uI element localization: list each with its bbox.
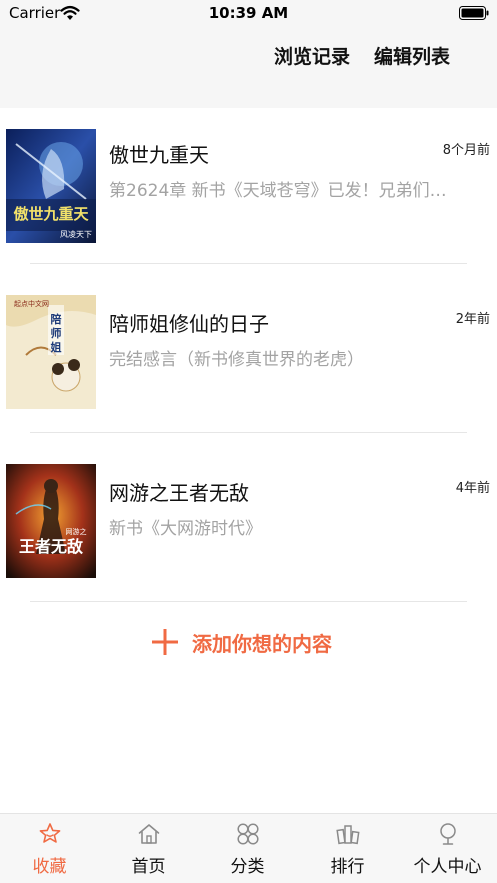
status-bar: Carrier 10:39 AM xyxy=(0,0,497,28)
tab-label: 个人中心 xyxy=(413,857,482,877)
latest-chapter: 第2624章 新书《天域苍穹》已发！兄弟们，新书... xyxy=(109,181,459,201)
add-content-button[interactable]: 添加你想的内容 xyxy=(150,625,332,659)
update-time: 4年前 xyxy=(455,481,490,496)
tab-label: 首页 xyxy=(131,857,166,877)
status-clock: 10:39 AM xyxy=(208,4,289,22)
svg-text:师: 师 xyxy=(51,326,62,340)
tab-label: 排行 xyxy=(330,857,365,877)
home-icon xyxy=(138,824,159,844)
book-cover: 陪 师 姐 起点中文网 xyxy=(6,295,96,409)
book-title: 傲世九重天 xyxy=(109,143,209,167)
svg-text:姐: 姐 xyxy=(51,340,62,354)
user-icon xyxy=(439,823,456,845)
cover-author: 风凌天下 xyxy=(60,229,92,239)
book-item[interactable]: 傲世九重天 风凌天下 傲世九重天 8个月前 第2624章 新书《天域苍穹》已发！… xyxy=(0,108,497,258)
plus-icon xyxy=(152,629,178,655)
tab-home[interactable]: 首页 xyxy=(99,814,198,883)
tab-ranking[interactable]: 排行 xyxy=(298,814,397,883)
book-cover: 网游之 王者无敌 xyxy=(6,464,96,578)
star-icon xyxy=(39,823,60,843)
update-time: 2年前 xyxy=(455,312,490,327)
cover-title: 王者无敌 xyxy=(19,537,83,556)
cover-publisher: 起点中文网 xyxy=(14,299,49,308)
cover-subtitle: 网游之 xyxy=(66,527,87,536)
tab-label: 分类 xyxy=(230,857,265,877)
book-item[interactable]: 网游之 王者无敌 网游之王者无敌 4年前 新书《大网游时代》 xyxy=(0,446,497,596)
book-title: 网游之王者无敌 xyxy=(109,481,249,505)
divider xyxy=(30,263,467,264)
book-item[interactable]: 陪 师 姐 起点中文网 陪师姐修仙的日子 2年前 完结感言（新书修真世界的老虎） xyxy=(0,277,497,427)
edit-list-button[interactable]: 编辑列表 xyxy=(374,42,450,69)
book-cover: 傲世九重天 风凌天下 xyxy=(6,129,96,243)
bookshelf-screen: Carrier 10:39 AM 浏览记录 编辑列表 傲世九重天 风凌天下 傲世… xyxy=(0,0,497,883)
book-title: 陪师姐修仙的日子 xyxy=(109,312,269,336)
tab-favorites[interactable]: 收藏 xyxy=(0,814,99,883)
ranking-icon xyxy=(335,825,360,845)
latest-chapter: 新书《大网游时代》 xyxy=(109,519,262,539)
svg-text:陪: 陪 xyxy=(51,312,62,326)
battery-icon xyxy=(459,6,489,20)
tab-bar: 收藏 首页 分类 排行 个人中心 xyxy=(0,813,497,883)
history-button[interactable]: 浏览记录 xyxy=(274,42,350,69)
tab-categories[interactable]: 分类 xyxy=(198,814,297,883)
divider xyxy=(30,432,467,433)
update-time: 8个月前 xyxy=(442,143,490,158)
divider xyxy=(30,601,467,602)
tab-profile[interactable]: 个人中心 xyxy=(398,814,497,883)
tab-label: 收藏 xyxy=(32,857,67,877)
add-content-label: 添加你想的内容 xyxy=(192,631,332,656)
latest-chapter: 完结感言（新书修真世界的老虎） xyxy=(109,350,364,370)
top-bar: Carrier 10:39 AM 浏览记录 编辑列表 xyxy=(0,0,497,108)
cover-title: 傲世九重天 xyxy=(13,205,89,223)
grid-icon xyxy=(236,823,259,845)
